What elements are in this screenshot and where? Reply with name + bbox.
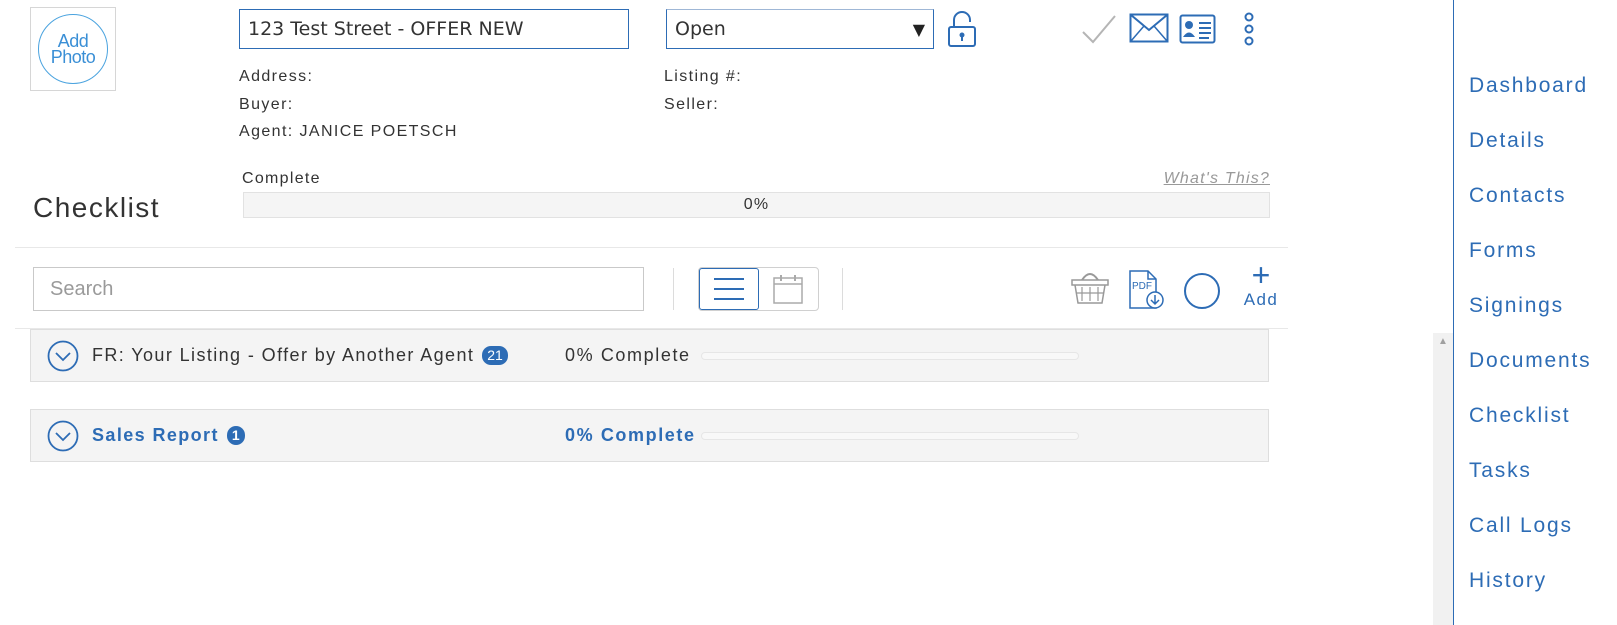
sidebar-item-history[interactable]: History xyxy=(1469,569,1547,593)
status-select[interactable]: Open ▼ xyxy=(666,9,934,49)
search-input[interactable] xyxy=(33,267,644,311)
calendar-view-icon xyxy=(773,275,803,304)
complete-label: Complete xyxy=(242,170,321,187)
checklist-group-name: Sales Report 1 xyxy=(92,425,245,446)
scroll-up-arrow-icon[interactable]: ▲ xyxy=(1433,333,1453,349)
view-toggle xyxy=(698,267,819,311)
checklist-group-percent: 0% Complete xyxy=(565,345,691,365)
status-select-value: Open xyxy=(675,18,726,40)
overall-progress-bar: 0% xyxy=(243,192,1270,218)
item-count-badge: 1 xyxy=(226,426,245,445)
content-scrollbar[interactable]: ▲ xyxy=(1433,333,1453,625)
add-button-label: Add xyxy=(1243,290,1279,309)
sidebar-item-forms[interactable]: Forms xyxy=(1469,239,1538,263)
add-button[interactable]: + Add xyxy=(1238,257,1284,310)
checklist-group-row[interactable]: FR: Your Listing - Offer by Another Agen… xyxy=(30,329,1269,382)
checklist-group-percent: 0% Complete xyxy=(565,425,696,445)
sidebar-nav: Dashboard Details Contacts Forms Signing… xyxy=(1453,0,1617,625)
sidebar-item-details[interactable]: Details xyxy=(1469,129,1546,153)
list-view-icon xyxy=(713,278,744,300)
contact-card-icon[interactable] xyxy=(1179,14,1216,44)
chevron-down-icon[interactable] xyxy=(47,340,79,372)
plus-icon: + xyxy=(1251,257,1271,293)
checklist-group-title: Sales Report xyxy=(92,425,219,445)
chevron-down-icon[interactable] xyxy=(47,420,79,452)
agent-label: Agent: JANICE POETSCH xyxy=(239,123,458,140)
lock-open-icon[interactable] xyxy=(946,10,978,48)
basket-icon[interactable] xyxy=(1070,268,1110,306)
checklist-group-progress-bar xyxy=(701,352,1079,360)
check-icon[interactable] xyxy=(1080,12,1118,46)
svg-text:PDF: PDF xyxy=(1132,281,1152,292)
seller-label: Seller: xyxy=(664,96,720,113)
listing-number-label: Listing #: xyxy=(664,68,743,85)
sidebar-item-documents[interactable]: Documents xyxy=(1469,349,1591,373)
list-view-button[interactable] xyxy=(699,268,759,310)
sidebar-item-tasks[interactable]: Tasks xyxy=(1469,459,1532,483)
envelope-icon[interactable] xyxy=(1129,13,1169,43)
circle-icon[interactable] xyxy=(1183,272,1221,310)
page-title: Checklist xyxy=(33,192,161,223)
add-photo-button[interactable]: Add Photo xyxy=(30,7,116,91)
sidebar-item-signings[interactable]: Signings xyxy=(1469,294,1564,318)
sidebar-item-checklist[interactable]: Checklist xyxy=(1469,404,1570,428)
pdf-download-icon[interactable]: PDF xyxy=(1128,270,1166,310)
item-count-badge: 21 xyxy=(482,346,508,365)
dropdown-caret-icon: ▼ xyxy=(912,20,925,39)
header-divider xyxy=(15,247,1288,248)
toolbar-separator xyxy=(673,268,674,310)
overall-progress-text: 0% xyxy=(743,196,770,213)
calendar-view-button[interactable] xyxy=(759,268,818,310)
checklist-group-progress-bar xyxy=(701,432,1079,440)
add-photo-line2: Photo xyxy=(50,47,96,67)
sidebar-item-dashboard[interactable]: Dashboard xyxy=(1469,74,1588,98)
more-vertical-icon[interactable] xyxy=(1238,12,1260,46)
whats-this-link[interactable]: What's This? xyxy=(1140,170,1270,188)
checklist-group-name: FR: Your Listing - Offer by Another Agen… xyxy=(92,345,508,366)
toolbar-separator-2 xyxy=(842,268,843,310)
buyer-label: Buyer: xyxy=(239,96,294,113)
transaction-title-input[interactable] xyxy=(239,9,629,49)
checklist-group-title: FR: Your Listing - Offer by Another Agen… xyxy=(92,345,475,365)
sidebar-item-contacts[interactable]: Contacts xyxy=(1469,184,1566,208)
checklist-group-row[interactable]: Sales Report 1 0% Complete xyxy=(30,409,1269,462)
sidebar-item-call-logs[interactable]: Call Logs xyxy=(1469,514,1573,538)
address-label: Address: xyxy=(239,68,314,85)
add-photo-circle: Add Photo xyxy=(38,14,108,84)
